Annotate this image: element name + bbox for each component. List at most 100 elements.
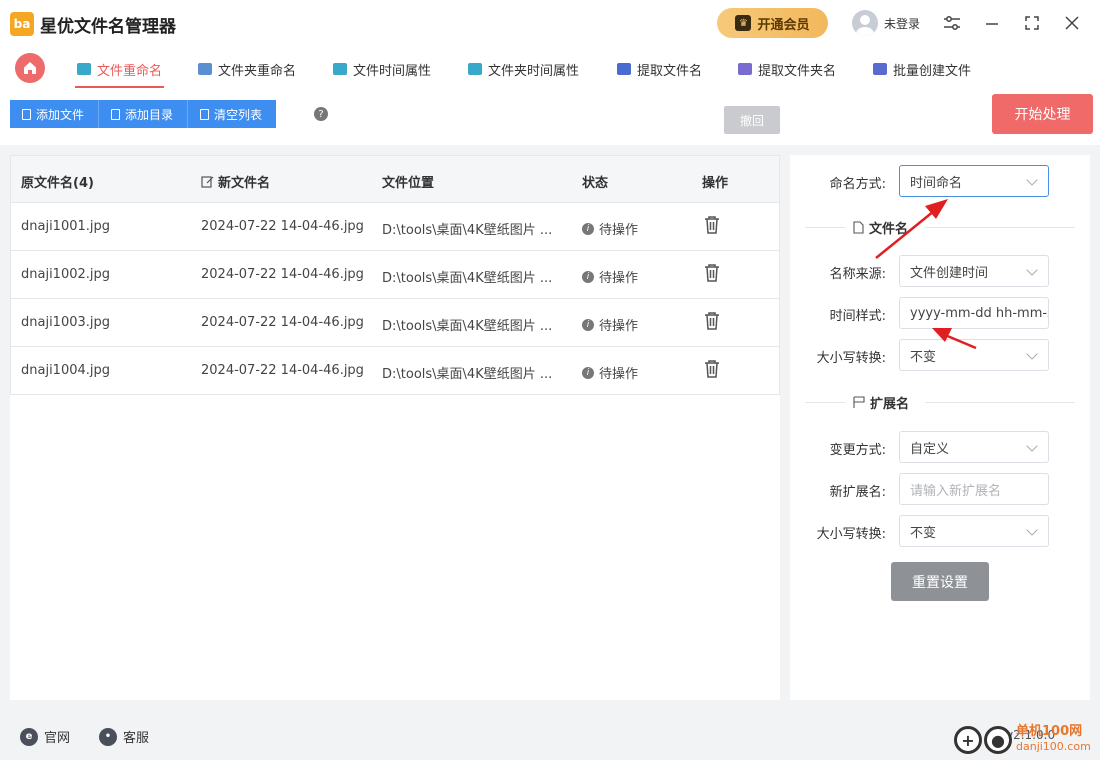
footer: e 官网 • 客服 v2.1.0.0: [0, 712, 1100, 760]
tab-extract-foldername[interactable]: 提取文件夹名: [738, 54, 836, 84]
tab-file-rename[interactable]: 文件重命名: [74, 54, 165, 88]
tab-label: 提取文件夹名: [758, 63, 837, 79]
file-icon: [22, 108, 31, 120]
section-filename: 文件名: [805, 218, 1075, 237]
chevron-down-icon: [1026, 264, 1038, 276]
divider: [925, 227, 1075, 228]
name-source-label: 名称来源:: [829, 267, 886, 282]
file-location: D:\tools\桌面\4K壁纸图片 ...: [382, 223, 553, 238]
info-icon: i: [582, 366, 594, 379]
minimize-icon[interactable]: [981, 12, 1003, 34]
watermark-url: danji100.com: [1016, 740, 1091, 753]
info-icon: i: [582, 270, 594, 283]
support-label: 客服: [123, 731, 150, 746]
delete-icon[interactable]: [703, 359, 721, 379]
name-source-value: 文件创建时间: [910, 265, 989, 281]
status-badge: i 待操作: [582, 315, 638, 334]
info-icon: i: [582, 318, 594, 331]
help-icon[interactable]: ?: [314, 107, 328, 121]
original-name: dnaji1003.jpg: [21, 315, 111, 330]
tab-label: 提取文件名: [637, 63, 703, 79]
section-label: 扩展名: [870, 397, 910, 412]
tab-extract-filename[interactable]: 提取文件名: [617, 54, 702, 84]
new-ext-input[interactable]: 请输入新扩展名: [899, 473, 1049, 505]
extract-filename-icon: [617, 63, 631, 75]
delete-icon[interactable]: [703, 263, 721, 283]
name-source-select[interactable]: 文件创建时间: [899, 255, 1049, 287]
vip-label: 开通会员: [757, 17, 810, 33]
tab-label: 批量创建文件: [893, 63, 972, 79]
button-group: 添加文件 添加目录 清空列表: [10, 100, 277, 128]
case-select[interactable]: 不变: [899, 339, 1049, 371]
folder-rename-icon: [198, 63, 212, 75]
col-location: 文件位置: [382, 176, 435, 191]
file-location: D:\tools\桌面\4K壁纸图片 ...: [382, 367, 553, 382]
tab-label: 文件夹时间属性: [488, 63, 580, 79]
reset-button[interactable]: 重置设置: [891, 562, 989, 601]
file-location: D:\tools\桌面\4K壁纸图片 ...: [382, 271, 553, 286]
maximize-icon[interactable]: [1021, 12, 1043, 34]
ext-case-select[interactable]: 不变: [899, 515, 1049, 547]
original-name: dnaji1002.jpg: [21, 267, 111, 282]
change-method-value: 自定义: [910, 441, 950, 457]
naming-method-select[interactable]: 时间命名: [899, 165, 1049, 197]
clear-list-button[interactable]: 清空列表: [188, 100, 277, 128]
tab-label: 文件重命名: [97, 63, 163, 79]
file-time-icon: [333, 63, 347, 75]
chevron-down-icon: [1026, 524, 1038, 536]
tab-file-time[interactable]: 文件时间属性: [333, 54, 431, 84]
vip-button[interactable]: ♛ 开通会员: [717, 8, 828, 38]
table-row[interactable]: dnaji1004.jpg 2024-07-22 14-04-46.jpg D:…: [10, 347, 780, 395]
start-button[interactable]: 开始处理: [992, 94, 1093, 134]
naming-method-label: 命名方式:: [829, 177, 886, 192]
chevron-down-icon: [1026, 440, 1038, 452]
undo-button[interactable]: 撤回: [724, 106, 780, 134]
add-dir-button[interactable]: 添加目录: [99, 100, 189, 128]
new-ext-label: 新扩展名:: [829, 485, 886, 500]
status-text: 待操作: [599, 319, 639, 334]
col-new-name-label: 新文件名: [218, 176, 271, 191]
folder-time-icon: [468, 63, 482, 75]
table-row[interactable]: dnaji1001.jpg 2024-07-22 14-04-46.jpg D:…: [10, 203, 780, 251]
flag-icon: [853, 396, 865, 408]
original-name: dnaji1001.jpg: [21, 219, 111, 234]
delete-icon[interactable]: [703, 215, 721, 235]
home-button[interactable]: [15, 53, 45, 83]
user-login[interactable]: 未登录: [852, 10, 920, 36]
new-name: 2024-07-22 14-04-46.jpg: [201, 267, 364, 282]
settings-icon[interactable]: [941, 12, 963, 34]
tab-folder-rename[interactable]: 文件夹重命名: [198, 54, 296, 84]
case-label: 大小写转换:: [816, 351, 886, 366]
ext-case-value: 不变: [910, 525, 937, 541]
crown-icon: ♛: [735, 15, 752, 31]
website-link[interactable]: e 官网: [20, 727, 70, 746]
file-rename-icon: [77, 63, 91, 75]
change-method-label: 变更方式:: [829, 443, 886, 458]
table-header: 原文件名(4) 新文件名 文件位置 状态 操作: [10, 155, 780, 203]
status-text: 待操作: [599, 367, 639, 382]
col-original-name: 原文件名(4): [21, 176, 94, 191]
add-file-button[interactable]: 添加文件: [10, 100, 100, 128]
document-icon: [853, 221, 864, 234]
delete-icon[interactable]: [703, 311, 721, 331]
user-label: 未登录: [884, 16, 921, 31]
file-table: 原文件名(4) 新文件名 文件位置 状态 操作 dnaji1001.jpg 20…: [10, 155, 780, 700]
support-link[interactable]: • 客服: [99, 727, 149, 746]
tab-label: 文件夹重命名: [218, 63, 297, 79]
tab-batch-create[interactable]: 批量创建文件: [873, 54, 971, 84]
change-method-select[interactable]: 自定义: [899, 431, 1049, 463]
chevron-down-icon: [1026, 348, 1038, 360]
table-row[interactable]: dnaji1003.jpg 2024-07-22 14-04-46.jpg D:…: [10, 299, 780, 347]
status-text: 待操作: [599, 223, 639, 238]
case-value: 不变: [910, 349, 937, 365]
table-row[interactable]: dnaji1002.jpg 2024-07-22 14-04-46.jpg D:…: [10, 251, 780, 299]
close-icon[interactable]: [1061, 12, 1083, 34]
status-badge: i 待操作: [582, 219, 638, 238]
tab-folder-time[interactable]: 文件夹时间属性: [468, 54, 579, 84]
time-style-input[interactable]: yyyy-mm-dd hh-mm-ss: [899, 297, 1049, 329]
time-style-label: 时间样式:: [829, 309, 886, 324]
avatar: [852, 10, 878, 36]
tab-bar: 文件重命名 文件夹重命名 文件时间属性 文件夹时间属性 提取文件名 提取文件夹名…: [0, 46, 1100, 90]
status-badge: i 待操作: [582, 267, 638, 286]
section-extension-title: 扩展名: [847, 393, 916, 412]
